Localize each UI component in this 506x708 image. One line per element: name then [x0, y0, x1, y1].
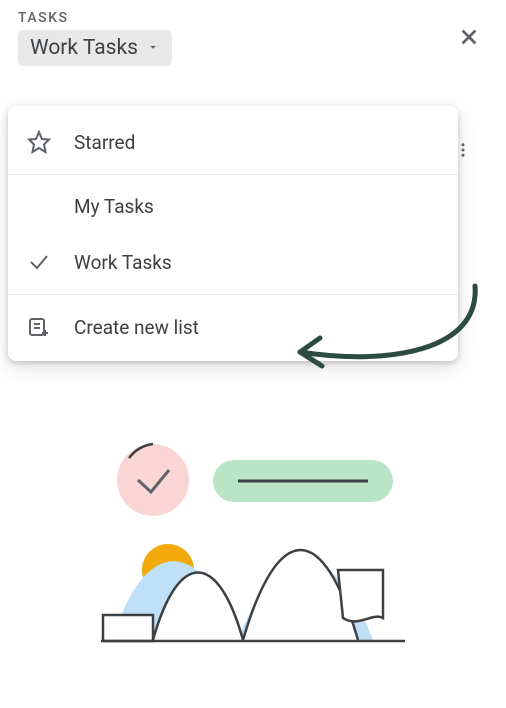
menu-item-label: Work Tasks: [74, 251, 172, 274]
close-icon: [458, 37, 480, 52]
menu-divider: [8, 294, 458, 295]
tasks-label: TASKS: [18, 10, 172, 26]
star-icon: [26, 130, 52, 154]
current-list-name: Work Tasks: [30, 36, 138, 60]
chevron-down-icon: [146, 39, 160, 58]
check-icon: [26, 250, 52, 274]
menu-item-create-list[interactable]: Create new list: [8, 299, 458, 355]
menu-item-label: Starred: [74, 131, 135, 154]
menu-item-list[interactable]: My Tasks: [8, 179, 458, 234]
close-button[interactable]: [450, 18, 488, 60]
panel-header: TASKS Work Tasks: [0, 0, 506, 70]
list-dropdown-menu: Starred My Tasks Work Tasks Create new l…: [8, 106, 458, 361]
list-plus-icon: [26, 315, 52, 339]
menu-item-starred[interactable]: Starred: [8, 114, 458, 170]
header-left: TASKS Work Tasks: [18, 10, 172, 66]
menu-item-list[interactable]: Work Tasks: [8, 234, 458, 290]
list-selector-button[interactable]: Work Tasks: [18, 30, 172, 66]
menu-divider: [8, 174, 458, 175]
empty-state-illustration: [83, 440, 423, 660]
menu-item-label: My Tasks: [74, 195, 154, 218]
menu-item-label: Create new list: [74, 316, 199, 339]
